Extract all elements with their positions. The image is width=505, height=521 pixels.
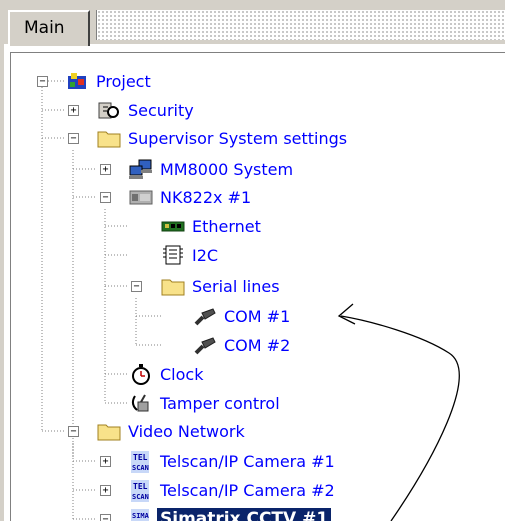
tree-view[interactable]: − + − + − − − + + − Project Security Sup… <box>10 52 505 521</box>
tree-panel: − + − + − − − + + − Project Security Sup… <box>4 44 505 521</box>
tab-main[interactable]: Main <box>8 10 90 46</box>
annotation-arrow <box>337 303 460 521</box>
tab-main-label: Main <box>24 18 65 38</box>
tab-bar-empty-area <box>96 10 505 40</box>
tab-bar: Main <box>0 0 505 46</box>
